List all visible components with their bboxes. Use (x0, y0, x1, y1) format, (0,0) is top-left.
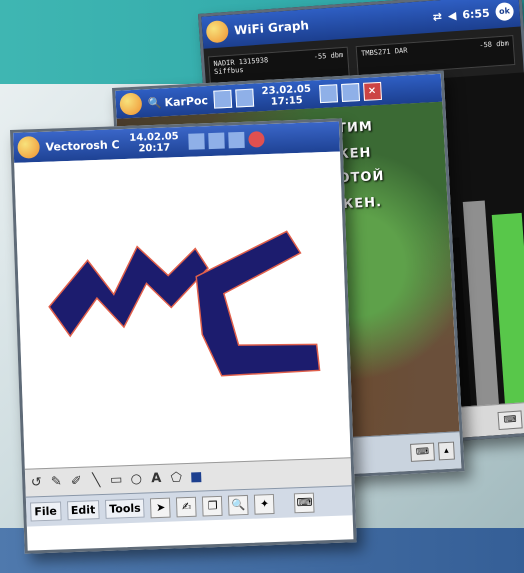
vectorosh-window: Vectorosh C 14.02.05 20:17 MC ↺ ✎ ✐ ╲ ▭ … (10, 118, 357, 554)
undo-tool-icon[interactable]: ↺ (29, 475, 44, 490)
karpoc-search-icon[interactable]: 🔍 (148, 96, 162, 110)
vectorosh-time: 20:17 (138, 142, 171, 155)
keyboard-icon[interactable]: ⌨ (497, 410, 523, 431)
connectivity-icon[interactable] (188, 133, 206, 150)
wifi-clock: 6:55 (461, 6, 491, 22)
pen-tool-icon[interactable]: ✐ (69, 474, 84, 489)
wifi-window-title: WiFi Graph (233, 18, 310, 38)
windows-start-icon[interactable] (205, 19, 230, 44)
wifi-title-status: ⇄ ◀︎ 6:55 ok (432, 2, 515, 26)
volume-icon[interactable]: ◀︎ (447, 8, 456, 22)
readout-left-sub: Siffbus (213, 65, 244, 77)
drawing-canvas[interactable]: MC (14, 151, 351, 469)
rectangle-tool-icon[interactable]: ▭ (109, 472, 124, 487)
zoom-icon[interactable]: 🔍 (228, 494, 249, 516)
line-tool-icon[interactable]: ╲ (89, 473, 104, 488)
vectorosh-date: 14.02.05 (129, 131, 179, 144)
vectorosh-window-title: Vectorosh C (45, 137, 120, 154)
karpoc-clock: 23.02.05 17:15 (261, 84, 311, 109)
karpoc-back-icon[interactable] (235, 88, 255, 108)
keyboard-icon[interactable] (340, 83, 360, 103)
karpoc-toolbar-icon[interactable] (213, 89, 233, 109)
minimize-icon[interactable] (318, 84, 338, 104)
polygon-tool-icon[interactable]: ⬠ (169, 470, 184, 485)
drawing-letter-m (48, 245, 209, 338)
karpoc-time: 17:15 (270, 95, 304, 108)
ok-button-icon[interactable]: ok (494, 2, 515, 22)
sip-arrow-icon[interactable]: ▴ (437, 441, 455, 461)
drawing-svg: MC (48, 230, 321, 377)
windows-start-icon[interactable] (119, 92, 143, 116)
close-icon[interactable] (248, 131, 266, 148)
readout-right-value: -58 dbm (479, 39, 510, 50)
text-tool-icon[interactable]: A (149, 471, 164, 486)
eraser-icon[interactable]: ✦ (254, 493, 275, 515)
keyboard-icon[interactable]: ⌨ (294, 492, 315, 513)
volume-icon[interactable] (208, 132, 226, 150)
readout-left-value: -55 dbm (313, 50, 344, 62)
menu-tools[interactable]: Tools (104, 498, 146, 519)
select-arrow-icon[interactable]: ➤ (150, 497, 172, 518)
color-picker-icon[interactable]: ■ (189, 469, 204, 485)
menu-edit[interactable]: Edit (66, 500, 100, 521)
menu-file[interactable]: File (30, 501, 62, 522)
drawing-letter-c (195, 230, 321, 377)
pencil-tool-icon[interactable]: ✎ (49, 474, 64, 489)
ellipse-tool-icon[interactable]: ○ (129, 472, 144, 487)
karpoc-window-title: KarPoc (164, 93, 209, 109)
readout-right-label: TMBS271 DAR (360, 46, 408, 58)
close-icon[interactable]: × (362, 81, 382, 101)
tray-icon[interactable] (228, 131, 246, 149)
windows-start-icon[interactable] (17, 135, 40, 159)
vectorosh-clock: 14.02.05 20:17 (129, 131, 179, 155)
wifi-readout-right: TMBS271 DAR -58 dbm (355, 35, 516, 77)
copy-icon[interactable]: ❐ (202, 495, 223, 516)
keyboard-icon[interactable]: ⌨ (410, 442, 435, 462)
connectivity-icon[interactable]: ⇄ (432, 10, 442, 24)
freehand-icon[interactable]: ✍ (176, 496, 198, 517)
